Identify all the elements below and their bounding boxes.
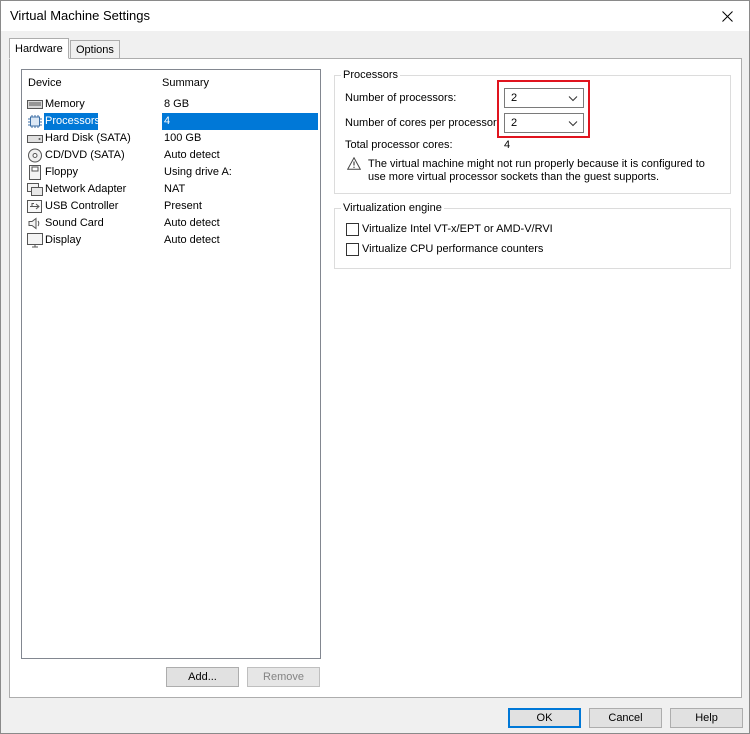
usb-icon	[27, 200, 42, 213]
cores-per-processor-label: Number of cores per processor:	[345, 117, 500, 129]
device-name: Floppy	[45, 166, 79, 178]
help-button[interactable]: Help	[670, 708, 743, 728]
highlight-annotation	[497, 80, 590, 138]
monitor-icon	[27, 233, 43, 248]
perf-counters-label[interactable]: Virtualize CPU performance counters	[362, 243, 543, 255]
warning-message: The virtual machine might not run proper…	[368, 158, 705, 183]
tab-hardware[interactable]: Hardware	[9, 38, 69, 59]
device-list[interactable]: Device Summary Memory 8 GB Processors 4 …	[21, 69, 321, 659]
device-summary: Auto detect	[164, 234, 220, 246]
close-icon	[721, 10, 733, 22]
device-summary: 4	[162, 113, 318, 130]
speaker-icon	[28, 217, 40, 230]
num-processors-label: Number of processors:	[345, 92, 457, 104]
device-summary: Auto detect	[164, 217, 220, 229]
device-name: CD/DVD (SATA)	[45, 149, 125, 161]
perf-counters-checkbox[interactable]	[346, 243, 359, 256]
hard-disk-icon	[27, 135, 43, 143]
device-summary: Using drive A:	[164, 166, 232, 178]
vt-x-label[interactable]: Virtualize Intel VT-x/EPT or AMD-V/RVI	[362, 223, 553, 235]
tab-options[interactable]: Options	[70, 40, 120, 59]
total-cores-label: Total processor cores:	[345, 139, 453, 151]
device-row-processors[interactable]: Processors 4	[26, 113, 318, 130]
device-summary: 8 GB	[164, 98, 190, 110]
device-name: Display	[45, 234, 82, 246]
device-row-sound-card[interactable]: Sound Card Auto detect	[26, 215, 318, 232]
remove-device-button[interactable]: Remove	[247, 667, 320, 687]
total-cores-value: 4	[504, 139, 511, 151]
dialog-window: Virtual Machine Settings Hardware Option…	[0, 0, 750, 734]
close-button[interactable]	[705, 1, 749, 31]
device-row-network-adapter[interactable]: Network Adapter NAT	[26, 181, 318, 198]
device-summary: Present	[164, 200, 202, 212]
device-name: Sound Card	[45, 217, 104, 229]
device-summary: 100 GB	[164, 132, 202, 144]
device-row-cd-dvd[interactable]: CD/DVD (SATA) Auto detect	[26, 147, 318, 164]
device-name: Network Adapter	[45, 183, 127, 195]
device-name: Hard Disk (SATA)	[45, 132, 131, 144]
window-title: Virtual Machine Settings	[10, 8, 150, 23]
cd-dvd-icon	[28, 148, 42, 163]
processors-group-label: Processors	[341, 69, 401, 81]
virtualization-group-label: Virtualization engine	[341, 202, 444, 214]
device-row-display[interactable]: Display Auto detect	[26, 232, 318, 249]
device-row-usb-controller[interactable]: USB Controller Present	[26, 198, 318, 215]
device-name: Memory	[45, 98, 85, 110]
device-column-header[interactable]: Device	[28, 77, 62, 89]
ok-button[interactable]: OK	[508, 708, 581, 728]
device-row-memory[interactable]: Memory 8 GB	[26, 96, 318, 113]
warning-icon	[347, 157, 361, 170]
network-adapter-icon	[27, 183, 43, 196]
floppy-icon	[29, 165, 41, 180]
device-name: Processors	[44, 113, 100, 130]
virtualization-engine-group: Virtualization engine	[334, 202, 731, 269]
vt-x-checkbox[interactable]	[346, 223, 359, 236]
processor-icon	[28, 115, 42, 128]
summary-column-header[interactable]: Summary	[162, 77, 209, 89]
device-name: USB Controller	[45, 200, 119, 212]
device-summary: NAT	[164, 183, 186, 195]
device-row-floppy[interactable]: Floppy Using drive A:	[26, 164, 318, 181]
title-bar: Virtual Machine Settings	[1, 1, 749, 31]
device-summary: Auto detect	[164, 149, 220, 161]
add-device-button[interactable]: Add...	[166, 667, 239, 687]
memory-icon	[27, 100, 43, 109]
cancel-button[interactable]: Cancel	[589, 708, 662, 728]
device-row-hard-disk[interactable]: Hard Disk (SATA) 100 GB	[26, 130, 318, 147]
